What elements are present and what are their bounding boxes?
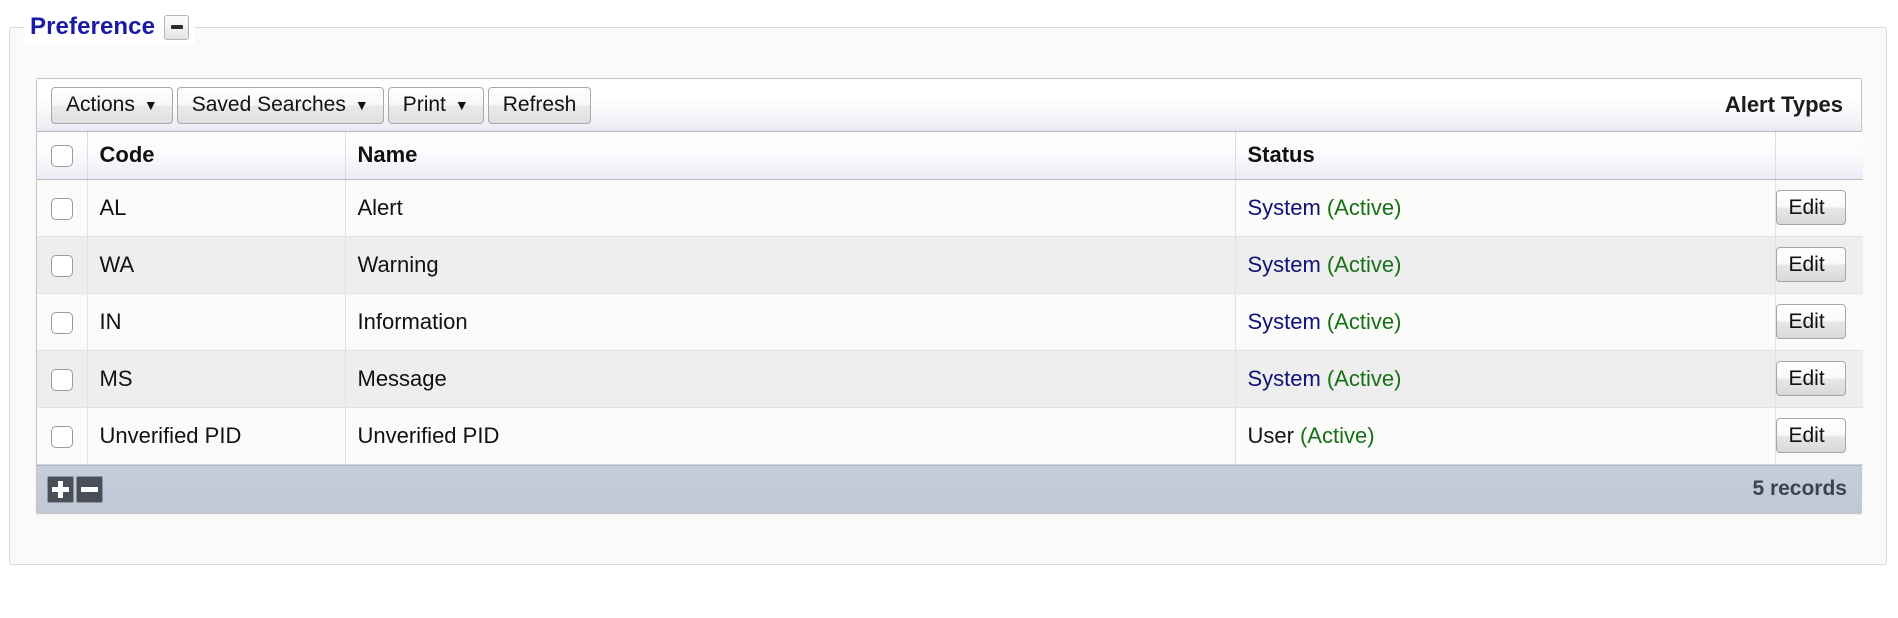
cell-name: Message — [345, 350, 1236, 408]
minus-icon — [81, 486, 98, 492]
edit-button[interactable]: Edit — [1775, 304, 1846, 339]
table-header: Code Name Status — [37, 132, 1863, 180]
collapse-region-button[interactable] — [164, 14, 190, 40]
table-row: AL Alert System (Active) Edit — [37, 179, 1863, 237]
region-legend: Preference — [24, 10, 196, 44]
status-owner: System — [1247, 251, 1321, 277]
table-row: WA Warning System (Active) Edit — [37, 236, 1863, 294]
table-header-row: Code Name Status — [37, 132, 1863, 180]
cell-edit: Edit — [1775, 407, 1863, 465]
cell-status: System (Active) — [1235, 293, 1776, 351]
cell-code: IN — [87, 293, 346, 351]
report-toolbar: Actions ▼ Saved Searches ▼ Print ▼ Refre… — [37, 79, 1861, 132]
footer-tool-group — [47, 475, 103, 503]
alert-types-table: Code Name Status AL Alert System (Active) — [37, 132, 1863, 465]
cell-code: WA — [87, 236, 346, 294]
cell-name: Information — [345, 293, 1236, 351]
report-footer: 5 records — [37, 464, 1861, 513]
remove-row-button[interactable] — [76, 475, 103, 503]
alert-types-report: Actions ▼ Saved Searches ▼ Print ▼ Refre… — [36, 78, 1863, 514]
record-count: 5 records — [1752, 477, 1847, 500]
minus-icon — [170, 25, 183, 29]
cell-status: System (Active) — [1235, 179, 1776, 237]
table-body: AL Alert System(Active) Edit WA Warning — [37, 179, 1863, 465]
row-checkbox[interactable] — [50, 311, 73, 334]
row-checkbox[interactable] — [50, 254, 73, 277]
saved-searches-button-label: Saved Searches — [191, 93, 346, 116]
status-owner: System — [1247, 365, 1321, 391]
cell-name: Unverified PID — [345, 407, 1236, 465]
page-title: Preference — [30, 13, 156, 40]
cell-status: System (Active) — [1235, 236, 1776, 294]
row-select-cell — [37, 179, 88, 237]
print-button[interactable]: Print ▼ — [387, 86, 484, 124]
chevron-down-icon: ▼ — [354, 97, 369, 113]
column-header-actions — [1775, 132, 1863, 180]
status-owner: System — [1247, 308, 1321, 334]
column-header-status[interactable]: Status — [1235, 132, 1776, 180]
saved-searches-button[interactable]: Saved Searches ▼ — [176, 86, 384, 124]
refresh-button-label: Refresh — [502, 93, 577, 116]
row-checkbox[interactable] — [50, 425, 73, 448]
table-row: Unverified PID Unverified PID User (Activ… — [37, 407, 1863, 465]
status-owner: System — [1247, 194, 1321, 220]
table-row: MS Message System (Active) Edit — [37, 350, 1863, 408]
edit-button[interactable]: Edit — [1775, 418, 1846, 453]
status-badge: (Active) — [1326, 251, 1402, 277]
status-badge: (Active) — [1299, 422, 1375, 448]
print-button-label: Print — [402, 93, 446, 116]
edit-button[interactable]: Edit — [1775, 190, 1846, 225]
chevron-down-icon: ▼ — [454, 97, 469, 113]
edit-button[interactable]: Edit — [1775, 247, 1846, 282]
row-select-cell — [37, 236, 88, 294]
cell-code: AL — [87, 179, 346, 237]
cell-code: MS — [87, 350, 346, 408]
row-checkbox[interactable] — [50, 197, 73, 220]
plus-icon — [58, 480, 63, 498]
toolbar-button-group: Actions ▼ Saved Searches ▼ Print ▼ Refre… — [51, 86, 592, 124]
select-all-header — [37, 132, 88, 180]
refresh-button[interactable]: Refresh — [487, 86, 592, 124]
cell-name: Warning — [345, 236, 1236, 294]
cell-code: Unverified PID — [87, 407, 346, 465]
row-select-cell — [37, 293, 88, 351]
cell-edit: Edit — [1775, 350, 1863, 408]
cell-status: System (Active) — [1235, 350, 1776, 408]
add-row-button[interactable] — [47, 475, 74, 503]
cell-edit: Edit — [1775, 236, 1863, 294]
status-badge: (Active) — [1326, 194, 1402, 220]
table-row: IN Information System (Active) Edit — [37, 293, 1863, 351]
status-badge: (Active) — [1326, 365, 1402, 391]
cell-edit: Edit — [1775, 179, 1863, 237]
chevron-down-icon: ▼ — [143, 97, 158, 113]
select-all-checkbox[interactable] — [50, 145, 73, 168]
report-title: Alert Types — [1724, 92, 1843, 117]
actions-button[interactable]: Actions ▼ — [51, 86, 173, 124]
cell-edit: Edit — [1775, 293, 1863, 351]
cell-name: Alert — [345, 179, 1236, 237]
column-header-code[interactable]: Code — [87, 132, 346, 180]
row-checkbox[interactable] — [50, 368, 73, 391]
row-select-cell — [37, 350, 88, 408]
cell-status: User (Active) — [1235, 407, 1776, 465]
row-select-cell — [37, 407, 88, 465]
status-owner: User — [1247, 422, 1294, 448]
preference-region: Preference Actions ▼ Saved Searches ▼ Pr… — [9, 10, 1887, 565]
actions-button-label: Actions — [66, 93, 135, 116]
column-header-name[interactable]: Name — [345, 132, 1236, 180]
edit-button[interactable]: Edit — [1775, 361, 1846, 396]
status-badge: (Active) — [1326, 308, 1402, 334]
